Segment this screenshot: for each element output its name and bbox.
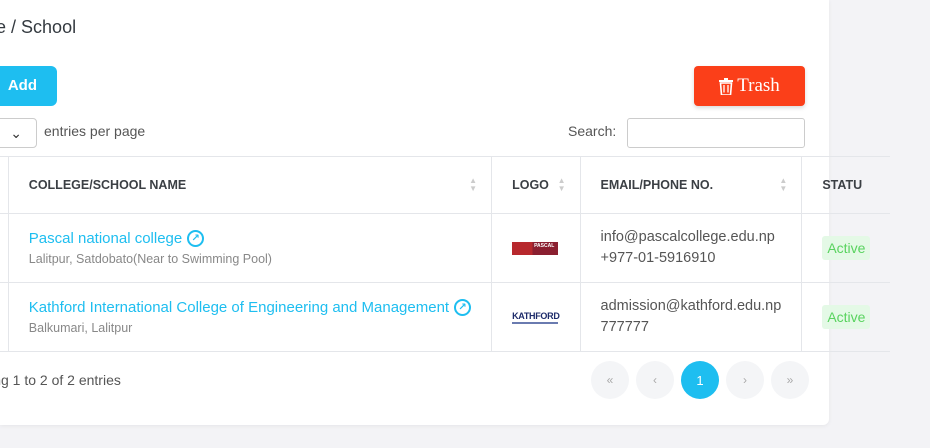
colleges-table: ▲ COLLEGE/SCHOOL NAME ▲▼ LOGO ▲▼ EMAIL/P… bbox=[0, 156, 891, 352]
pagination: « ‹ 1 › » bbox=[591, 361, 809, 399]
external-link-icon[interactable]: ↗ bbox=[187, 230, 205, 247]
row-status-cell: Active bbox=[801, 282, 891, 352]
row-contact-cell: admission@kathford.edu.np 777777 bbox=[580, 282, 803, 352]
college-phone: +977-01-5916910 bbox=[600, 250, 716, 266]
page-first-button[interactable]: « bbox=[591, 361, 629, 399]
column-header-logo-label: LOGO bbox=[512, 178, 549, 192]
column-header-status-label: STATU bbox=[822, 178, 863, 192]
column-header-sn[interactable]: ▲ bbox=[0, 156, 9, 214]
college-logo: PASCAL bbox=[512, 241, 559, 255]
college-email: admission@kathford.edu.np bbox=[600, 298, 782, 314]
page-last-button[interactable]: » bbox=[771, 361, 809, 399]
row-logo-cell: KATHFORD bbox=[491, 282, 581, 352]
add-button[interactable]: Add bbox=[0, 66, 57, 106]
trash-icon bbox=[719, 77, 734, 95]
column-header-name-label: COLLEGE/SCHOOL NAME bbox=[28, 178, 187, 192]
table-row: 2 Kathford International College of Engi… bbox=[0, 282, 891, 352]
chevron-down-icon: ⌄ bbox=[10, 125, 22, 141]
row-contact-cell: info@pascalcollege.edu.np +977-01-591691… bbox=[580, 213, 803, 283]
search-label: Search: bbox=[568, 123, 617, 139]
search-input[interactable] bbox=[627, 118, 805, 148]
college-name-link[interactable]: Kathford International College of Engine… bbox=[28, 299, 472, 316]
college-logo: KATHFORD bbox=[512, 311, 560, 324]
trash-button-label: Trash bbox=[737, 75, 780, 96]
entries-per-page-label: entries per page bbox=[44, 123, 146, 139]
college-name: Kathford International College of Engine… bbox=[28, 299, 450, 316]
column-header-logo[interactable]: LOGO ▲ ▼ bbox=[491, 156, 581, 214]
page-prev-button[interactable]: ‹ bbox=[636, 361, 674, 399]
sort-icon: ▲ ▼ bbox=[779, 176, 788, 193]
entries-per-page-select[interactable]: ⌄ bbox=[0, 118, 37, 148]
column-header-name[interactable]: COLLEGE/SCHOOL NAME ▲ ▼ bbox=[8, 156, 493, 214]
row-sn: 2 bbox=[0, 282, 9, 352]
row-sn bbox=[0, 213, 9, 283]
college-name: Pascal national college bbox=[28, 230, 183, 247]
page-next-button[interactable]: › bbox=[726, 361, 764, 399]
row-status-cell: Active bbox=[801, 213, 891, 283]
external-link-icon[interactable]: ↗ bbox=[454, 299, 472, 316]
row-logo-cell: PASCAL bbox=[491, 213, 581, 283]
college-phone: 777777 bbox=[600, 319, 649, 335]
trash-button[interactable]: Trash bbox=[694, 66, 805, 106]
college-email: info@pascalcollege.edu.np bbox=[600, 229, 775, 245]
column-header-contact[interactable]: EMAIL/PHONE NO. ▲ ▼ bbox=[580, 156, 803, 214]
status-badge[interactable]: Active bbox=[822, 236, 871, 260]
row-name-cell: Kathford International College of Engine… bbox=[8, 282, 493, 352]
table-row: Pascal national college ↗ Lalitpur, Satd… bbox=[0, 213, 891, 283]
row-name-cell: Pascal national college ↗ Lalitpur, Satd… bbox=[8, 213, 493, 283]
status-badge[interactable]: Active bbox=[822, 305, 871, 329]
sort-icon: ▲ ▼ bbox=[557, 176, 566, 193]
college-name-link[interactable]: Pascal national college ↗ bbox=[28, 230, 205, 247]
table-header-row: ▲ COLLEGE/SCHOOL NAME ▲▼ LOGO ▲▼ EMAIL/P… bbox=[0, 156, 891, 214]
college-address: Lalitpur, Satdobato(Near to Swimming Poo… bbox=[28, 252, 272, 266]
table-info: wing 1 to 2 of 2 entries bbox=[0, 372, 121, 388]
column-header-status[interactable]: STATU bbox=[801, 156, 891, 214]
sort-icon: ▲ ▼ bbox=[469, 176, 478, 193]
page-current-button[interactable]: 1 bbox=[681, 361, 719, 399]
column-header-contact-label: EMAIL/PHONE NO. bbox=[600, 178, 714, 192]
college-address: Balkumari, Lalitpur bbox=[28, 321, 133, 335]
page-title: ege / School bbox=[0, 17, 77, 37]
